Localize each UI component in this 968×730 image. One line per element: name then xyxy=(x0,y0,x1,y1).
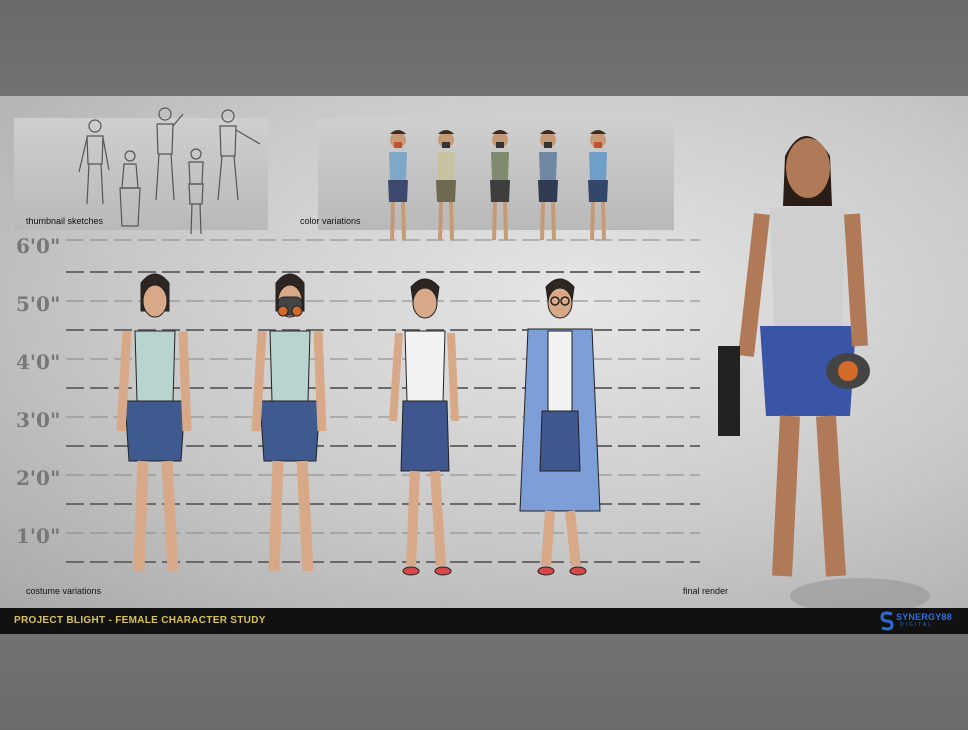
height-mark-1ft: 1'0" xyxy=(16,524,61,548)
color-variations-label: color variations xyxy=(300,216,361,226)
height-mark-6ft: 6'0" xyxy=(16,234,61,258)
color-variation-figures xyxy=(388,130,608,241)
project-title: PROJECT BLIGHT - FEMALE CHARACTER STUDY xyxy=(14,615,266,626)
height-mark-3ft: 3'0" xyxy=(16,408,61,432)
costume-variations-label: costume variations xyxy=(26,586,102,596)
costume-variant-tank-top xyxy=(116,273,192,572)
logo-s-icon xyxy=(880,611,894,631)
color-variant-3 xyxy=(490,130,510,241)
thumbnail-sketches-label: thumbnail sketches xyxy=(26,216,104,226)
height-chart-illustration xyxy=(66,107,930,608)
top-background-band xyxy=(0,0,968,96)
costume-variation-figures xyxy=(116,273,601,576)
final-render-label: final render xyxy=(683,586,729,596)
footer-bar: PROJECT BLIGHT - FEMALE CHARACTER STUDY … xyxy=(0,608,968,634)
costume-variant-gas-mask xyxy=(251,273,327,572)
logo-wordmark: SYNERGY88 xyxy=(896,612,952,622)
color-variant-4 xyxy=(538,130,558,241)
final-render-figure xyxy=(718,136,930,608)
height-mark-2ft: 2'0" xyxy=(16,466,61,490)
thumbnail-sketches xyxy=(78,107,261,235)
bottom-background-band xyxy=(0,634,968,730)
height-mark-5ft: 5'0" xyxy=(16,292,61,316)
logo-subtitle: DIGITAL xyxy=(900,622,934,628)
costume-variant-office xyxy=(389,278,459,576)
color-variant-2 xyxy=(436,130,456,241)
color-variant-1 xyxy=(388,130,408,241)
costume-variant-lab-coat xyxy=(519,278,601,576)
color-variant-5 xyxy=(588,130,608,241)
synergy88-logo: SYNERGY88 DIGITAL xyxy=(880,611,952,631)
character-sheet: thumbnail sketches color variations cost… xyxy=(0,96,968,608)
height-mark-4ft: 4'0" xyxy=(16,350,61,374)
